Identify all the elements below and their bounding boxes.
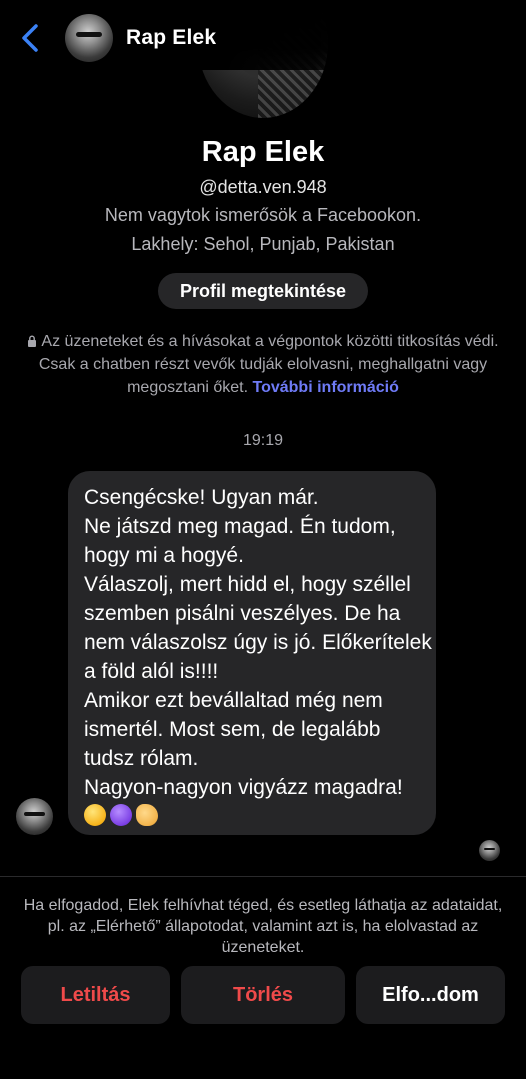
profile-location: Lakhely: Sehol, Punjab, Pakistan (131, 234, 395, 254)
sender-avatar[interactable] (16, 798, 53, 835)
message-text-container: Csengécske! Ugyan már. Ne játszd meg mag… (84, 483, 432, 831)
more-info-link[interactable]: További információ (253, 379, 399, 396)
accept-button[interactable]: Elfo...dom (356, 966, 505, 1024)
profile-name: Rap Elek (201, 136, 325, 168)
header-avatar[interactable] (65, 14, 113, 62)
smiling-devil-icon (110, 804, 132, 826)
delete-button[interactable]: Törlés (181, 966, 345, 1024)
header-contact-name[interactable]: Rap Elek (126, 26, 216, 50)
flexed-biceps-icon (136, 804, 158, 826)
chevron-left-icon (22, 24, 38, 52)
seen-receipt-avatar (479, 840, 500, 861)
message-request-note: Ha elfogadod, Elek felhívhat téged, és e… (23, 897, 503, 956)
view-profile-button[interactable]: Profil megtekintése (158, 273, 368, 309)
winking-face-icon (84, 804, 106, 826)
lock-icon (28, 335, 37, 347)
block-button[interactable]: Letiltás (21, 966, 170, 1024)
profile-handle: @detta.ven.948 (199, 177, 327, 197)
message-timestamp: 19:19 (242, 432, 284, 449)
footer-divider (0, 876, 526, 877)
encryption-notice: Az üzeneteket és a hívásokat a végpontok… (20, 330, 506, 399)
message-text: Csengécske! Ugyan már. Ne játszd meg mag… (84, 486, 432, 799)
message-bubble[interactable]: Csengécske! Ugyan már. Ne játszd meg mag… (68, 471, 436, 835)
friend-status: Nem vagytok ismerősök a Facebookon. (104, 205, 422, 225)
back-button[interactable] (14, 20, 46, 56)
